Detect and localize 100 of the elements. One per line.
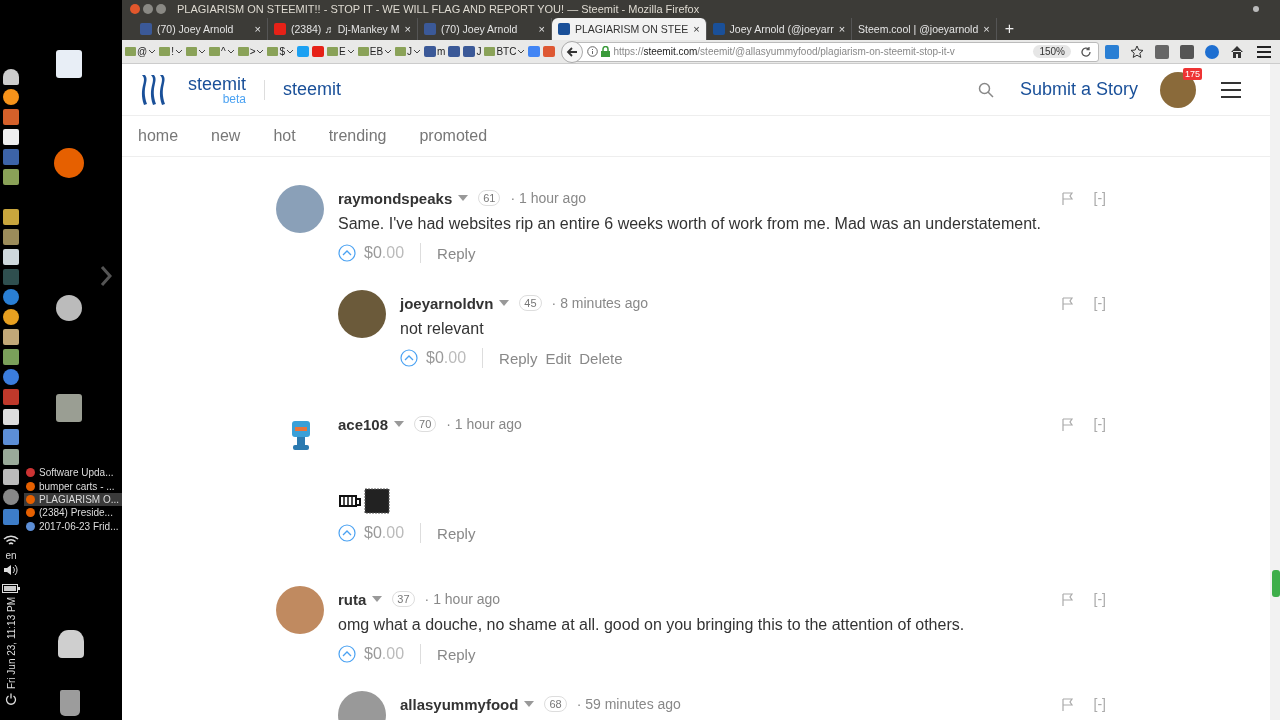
wifi-icon[interactable] <box>3 535 19 547</box>
nav-link[interactable]: new <box>211 127 241 145</box>
nav-link[interactable]: home <box>138 127 179 145</box>
keyboard-layout[interactable]: en <box>5 550 17 561</box>
bookmark-folder[interactable]: EB <box>356 42 394 61</box>
window-list-item[interactable]: 2017-06-23 Frid... <box>24 519 122 533</box>
menu-icon[interactable] <box>1256 44 1272 59</box>
caret-icon[interactable] <box>372 596 383 602</box>
browser-tab[interactable]: PLAGIARISM ON STEE × <box>551 18 707 40</box>
bookmark-folder[interactable]: ^ <box>207 42 236 61</box>
bookmark-folder[interactable]: J <box>394 42 423 61</box>
star-icon[interactable] <box>1130 44 1144 59</box>
bookmark-folder[interactable]: E <box>326 42 356 61</box>
caret-icon <box>256 49 265 54</box>
caret-icon[interactable] <box>499 300 510 306</box>
favicon-icon <box>712 23 725 35</box>
comment-author[interactable]: raymondspeaks <box>338 189 453 207</box>
favicon-icon <box>528 46 541 57</box>
caret-icon <box>346 49 355 54</box>
zoom-level[interactable]: 150% <box>1033 45 1071 58</box>
folder-icon <box>237 47 249 56</box>
avatar[interactable] <box>338 290 386 338</box>
scrollbar-thumb[interactable] <box>1272 570 1280 597</box>
comment-action-link[interactable]: Delete <box>579 349 623 367</box>
upvote-icon[interactable] <box>400 349 418 367</box>
bookmark-folder[interactable]: BTC <box>483 42 527 61</box>
new-tab-button[interactable]: + <box>996 20 1023 38</box>
bookmark-link[interactable]: J <box>462 42 483 61</box>
folder-icon <box>357 47 369 56</box>
window-list-item[interactable]: (2384) Preside... <box>24 506 122 520</box>
submit-story-link[interactable]: Submit a Story <box>1019 79 1138 100</box>
home-icon[interactable] <box>1230 44 1244 59</box>
avatar[interactable] <box>276 586 324 634</box>
folder-icon <box>395 47 407 56</box>
volume-icon[interactable] <box>3 564 19 576</box>
chevron-right-icon[interactable] <box>100 265 112 287</box>
battery-icon[interactable] <box>2 584 20 593</box>
close-tab-button[interactable]: × <box>983 23 990 35</box>
menu-icon[interactable] <box>1220 80 1242 99</box>
comment-text: Same. I've had websites rip an entire 6 weeks worth of work from me. Mad was an understatement. <box>338 214 1042 234</box>
bookmark-folder[interactable]: ! <box>158 42 184 61</box>
comment-author[interactable]: ace108 <box>338 415 389 433</box>
caret-icon[interactable] <box>394 421 405 427</box>
bookmark-folder[interactable]: @ <box>124 42 158 61</box>
flag-icon[interactable] <box>1061 697 1074 711</box>
close-tab-button[interactable]: × <box>254 23 261 35</box>
notification-badge: 175 <box>1182 67 1202 80</box>
upvote-icon[interactable] <box>338 244 356 262</box>
caret-icon[interactable] <box>458 195 469 201</box>
clock[interactable]: Fri Jun 23, 11:13 PM <box>5 597 17 690</box>
comment-author[interactable]: allasyummyfood <box>400 695 519 713</box>
folder-icon <box>208 47 220 56</box>
nav-link[interactable]: hot <box>273 127 296 145</box>
close-icon[interactable] <box>130 4 140 14</box>
brand-name[interactable]: steemit <box>188 74 247 93</box>
reload-icon[interactable] <box>1080 45 1092 58</box>
search-icon[interactable] <box>977 81 994 98</box>
nav-link[interactable]: trending <box>328 127 387 145</box>
extension-icon[interactable] <box>1205 44 1219 59</box>
close-tab-button[interactable]: × <box>693 23 700 35</box>
comment-action-link[interactable]: Edit <box>545 349 572 367</box>
close-tab-button[interactable]: × <box>404 23 411 35</box>
window-list-item[interactable]: PLAGIARISM O... <box>24 492 122 507</box>
flag-icon[interactable] <box>1061 592 1074 606</box>
folder-icon <box>125 47 136 56</box>
window-list-item[interactable]: bumper carts - ... <box>24 479 122 493</box>
comment-author[interactable]: ruta <box>338 590 367 608</box>
flag-icon[interactable] <box>1061 296 1074 310</box>
bookmark-link[interactable]: m <box>423 42 447 61</box>
close-tab-button[interactable]: × <box>838 23 846 35</box>
favicon-icon <box>274 23 286 35</box>
power-icon[interactable] <box>5 693 17 706</box>
close-tab-button[interactable]: × <box>538 23 545 35</box>
section-link[interactable]: steemit <box>283 79 342 100</box>
back-arrow-icon[interactable] <box>566 45 579 58</box>
upvote-icon[interactable] <box>338 645 356 663</box>
upvote-icon[interactable] <box>338 524 356 542</box>
address-field[interactable]: https://steemit.com/steemit/@allasyummyfood/plagiarism-on-steemit-stop-it-v 150% <box>576 41 1099 62</box>
comment-action-link[interactable]: Reply <box>499 349 538 367</box>
info-icon[interactable] <box>587 46 599 57</box>
back-button[interactable] <box>561 40 584 63</box>
comment-action-link[interactable]: Reply <box>437 524 476 542</box>
favicon-icon <box>557 23 570 35</box>
minimize-icon[interactable] <box>143 4 153 14</box>
caret-icon <box>286 49 295 54</box>
bookmark-folder[interactable]: $ <box>266 42 296 61</box>
flag-icon[interactable] <box>1061 191 1074 205</box>
comment-action-link[interactable]: Reply <box>437 645 476 663</box>
maximize-icon[interactable] <box>156 4 166 14</box>
comment-action-link[interactable]: Reply <box>437 244 476 262</box>
nav-link[interactable]: promoted <box>419 127 488 145</box>
comment-text: omg what a douche, no shame at all. good on you bringing this to the attention of others. <box>338 615 966 635</box>
brand-tag: beta <box>222 92 247 105</box>
window-list-item[interactable]: Software Upda... <box>24 466 122 480</box>
lock-icon <box>601 46 611 57</box>
bookmark-folder[interactable]: > <box>236 42 266 61</box>
comment-author[interactable]: joeyarnoldvn <box>400 294 494 312</box>
comment-time: · 59 minutes ago <box>576 696 681 712</box>
caret-icon[interactable] <box>524 701 535 707</box>
flag-icon[interactable] <box>1061 417 1074 431</box>
